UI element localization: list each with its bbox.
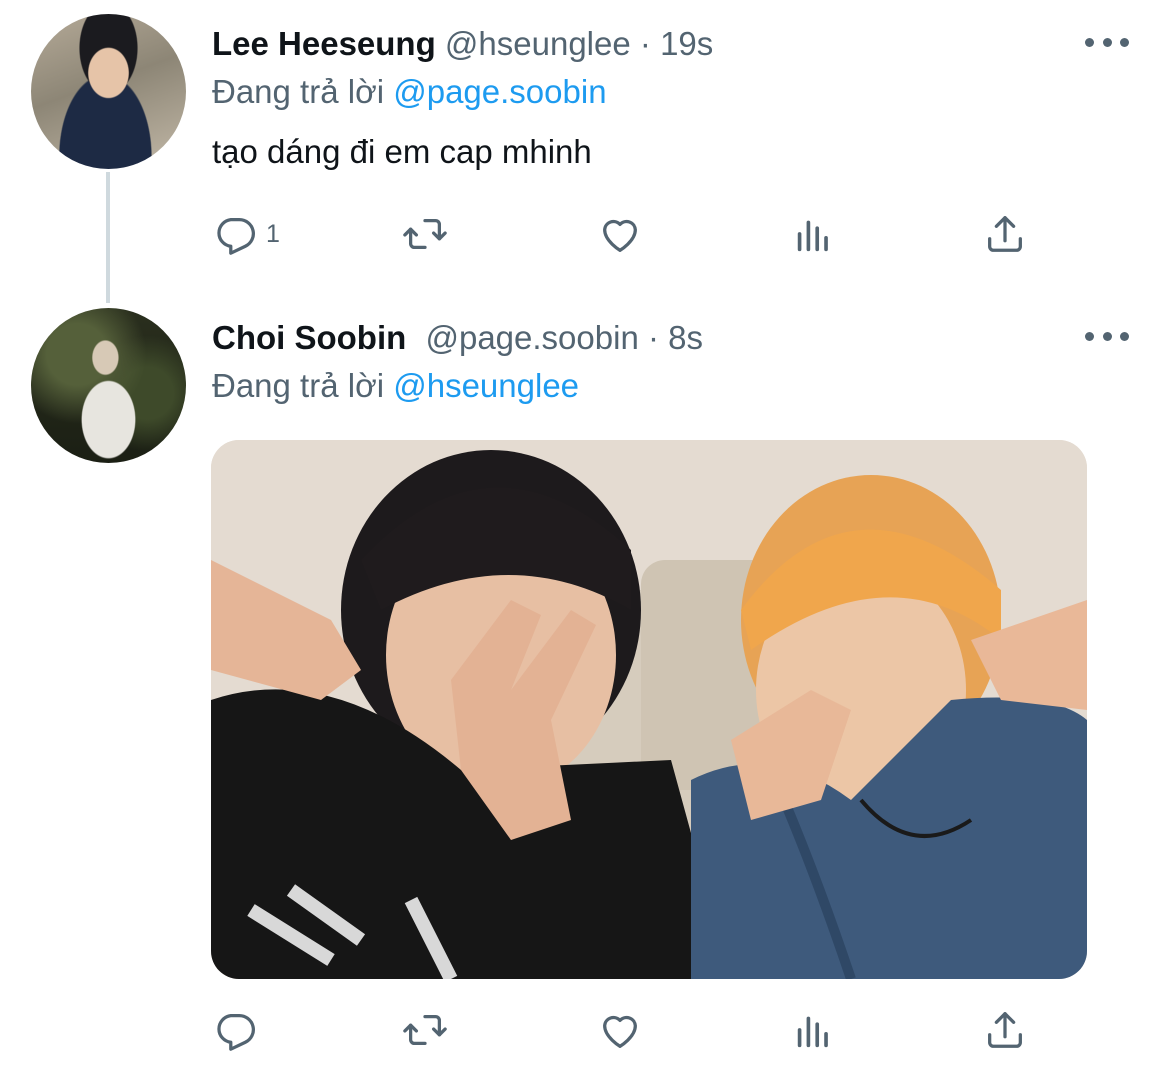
views-button[interactable]: [790, 1006, 836, 1054]
replying-to-label: Đang trả lời: [212, 367, 385, 404]
reply-icon: [217, 1013, 255, 1051]
display-name[interactable]: Choi Soobin: [212, 319, 406, 356]
separator-dot: ·: [647, 319, 659, 356]
share-button[interactable]: [982, 1006, 1028, 1054]
mention-link[interactable]: @hseunglee: [393, 367, 579, 404]
heart-icon: [603, 1015, 637, 1048]
tweet-2: Choi Soobin @page.soobin · 8s Đang trả l…: [0, 0, 1170, 1069]
analytics-icon: [797, 1016, 828, 1048]
tweet-header: Choi Soobin @page.soobin · 8s: [212, 318, 703, 358]
timestamp[interactable]: 8s: [668, 319, 703, 356]
reply-button[interactable]: [212, 1006, 266, 1054]
tweet-photo[interactable]: [211, 440, 1087, 979]
like-button[interactable]: [597, 1006, 643, 1054]
retweet-icon: [403, 1014, 447, 1046]
more-icon[interactable]: [1085, 326, 1129, 346]
avatar-choi-soobin[interactable]: [31, 308, 186, 463]
user-handle[interactable]: @page.soobin: [425, 319, 638, 356]
replying-to: Đang trả lời @hseunglee: [212, 366, 579, 406]
action-bar: [212, 1006, 1042, 1054]
photo-image: [211, 440, 1087, 979]
retweet-button[interactable]: [402, 1006, 448, 1054]
share-icon: [988, 1012, 1022, 1048]
